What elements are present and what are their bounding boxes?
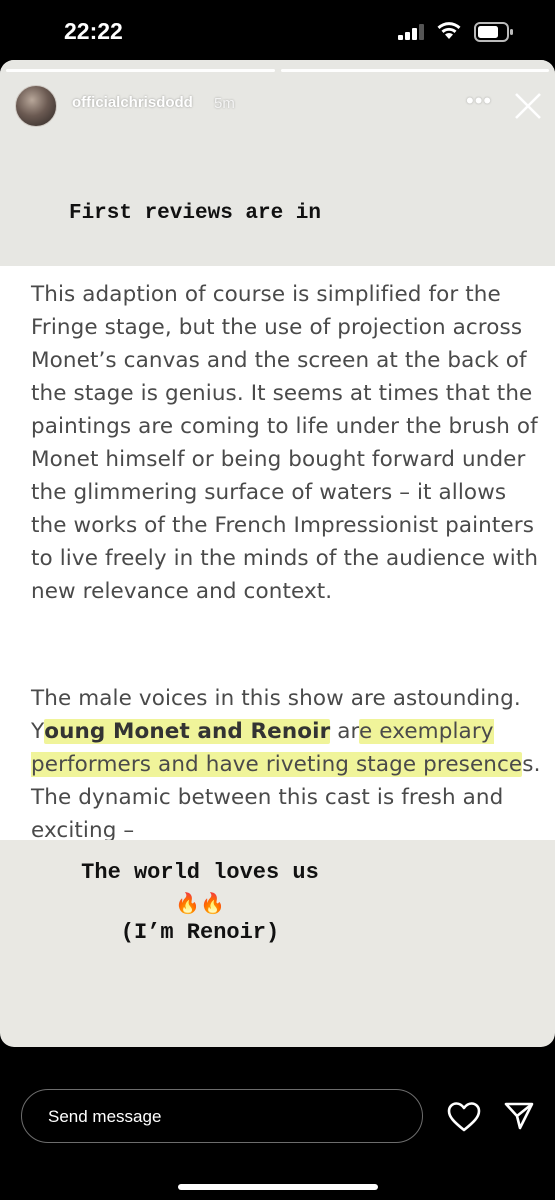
home-indicator[interactable] [178,1184,378,1190]
close-icon[interactable] [513,91,543,121]
story-caption-bottom: The world loves us 🔥🔥 (I’m Renoir) [40,858,360,948]
send-message-input[interactable]: Send message [21,1089,423,1143]
battery-icon [474,22,513,42]
post-time: 5m [214,95,235,112]
caption-line: (I’m Renoir) [120,920,280,945]
avatar[interactable] [15,85,57,127]
review-highlight: oung Monet and Renoir [44,719,331,744]
username[interactable]: officialchrisdodd [72,94,193,111]
cellular-signal-icon [398,24,424,40]
send-message-placeholder: Send message [48,1107,162,1126]
progress-segment [280,69,549,72]
send-icon[interactable] [504,1101,534,1131]
progress-segment [6,69,275,72]
fire-emoji: 🔥🔥 [175,891,225,915]
wifi-icon [437,22,461,39]
review-screenshot: This adaption of course is simplified fo… [0,266,555,840]
story-viewer[interactable]: officialchrisdodd 5m ••• First reviews a… [0,60,555,1047]
review-text: ar [330,719,359,744]
status-bar: 22:22 [0,0,555,60]
review-paragraph-2: The male voices in this show are astound… [31,682,541,840]
story-caption-top: First reviews are in [68,202,322,225]
more-options-icon[interactable]: ••• [466,90,491,114]
review-paragraph-1: This adaption of course is simplified fo… [31,282,539,604]
heart-icon[interactable] [447,1102,481,1132]
caption-line: The world loves us [81,860,319,885]
status-time: 22:22 [64,18,123,44]
story-progress-bar [6,69,549,72]
